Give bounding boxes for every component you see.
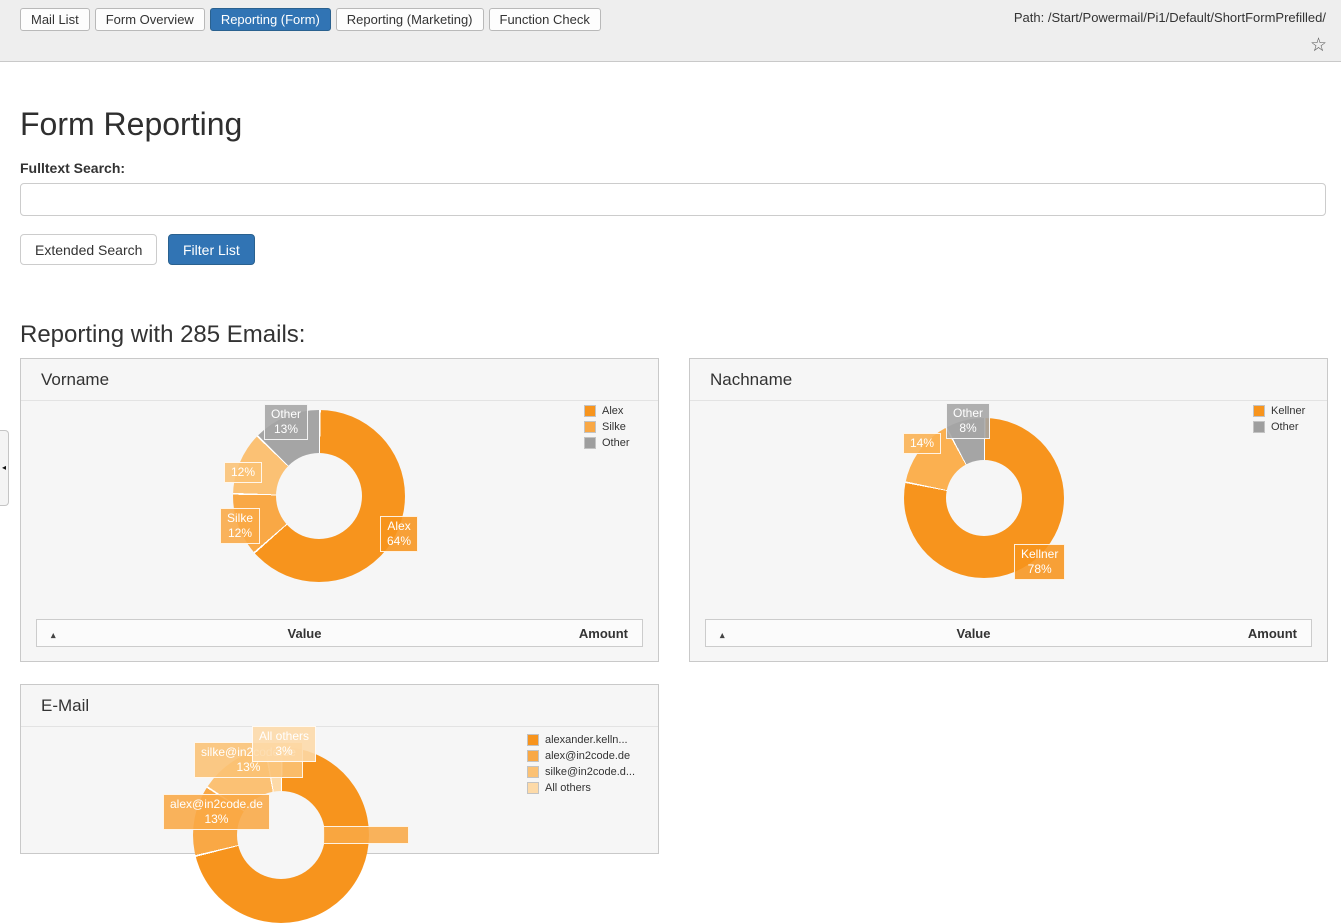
amount-column-header[interactable]: Amount bbox=[512, 626, 642, 641]
results-table-header: ▴ Value Amount bbox=[705, 619, 1312, 647]
legend-swatch-icon bbox=[527, 750, 539, 762]
legend-item: All others bbox=[527, 780, 635, 796]
slice-label-blank: 12% bbox=[224, 462, 262, 483]
legend-swatch-icon bbox=[527, 766, 539, 778]
legend-label: Other bbox=[1271, 421, 1299, 433]
legend-label: silke@in2code.d... bbox=[545, 766, 635, 778]
panel-title: Vorname bbox=[21, 359, 658, 401]
value-column-header[interactable]: Value bbox=[97, 626, 512, 641]
legend-item: Other bbox=[584, 435, 630, 451]
page-title: Form Reporting bbox=[20, 106, 242, 143]
legend-swatch-icon bbox=[584, 437, 596, 449]
slice-label-kellner: Kellner 78% bbox=[1014, 544, 1065, 580]
legend-item: Alex bbox=[584, 403, 630, 419]
fulltext-search-label: Fulltext Search: bbox=[20, 160, 125, 176]
sort-column-header[interactable]: ▴ bbox=[706, 626, 766, 641]
panel-vorname: Vorname Alex Silke Other Other 13% 12% S… bbox=[20, 358, 659, 662]
results-table-header: ▴ Value Amount bbox=[36, 619, 643, 647]
legend-label: Silke bbox=[602, 421, 626, 433]
panel-nachname: Nachname Kellner Other Other 8% 14% Kell… bbox=[689, 358, 1328, 662]
tab-function-check[interactable]: Function Check bbox=[489, 8, 601, 31]
slice-label-name: Other bbox=[953, 406, 983, 421]
favorite-star-icon[interactable]: ☆ bbox=[1310, 34, 1327, 57]
sort-asc-icon: ▴ bbox=[720, 630, 725, 640]
chart-legend: Alex Silke Other bbox=[584, 403, 630, 451]
legend-label: Alex bbox=[602, 405, 623, 417]
legend-item: silke@in2code.d... bbox=[527, 764, 635, 780]
slice-label-other: Other 13% bbox=[264, 404, 308, 440]
slice-label-name: Kellner bbox=[1021, 547, 1058, 562]
legend-item: Kellner bbox=[1253, 403, 1305, 419]
tab-mail-list[interactable]: Mail List bbox=[20, 8, 90, 31]
amount-column-header[interactable]: Amount bbox=[1181, 626, 1311, 641]
sort-asc-icon: ▴ bbox=[51, 630, 56, 640]
top-bar: Mail List Form Overview Reporting (Form)… bbox=[0, 0, 1341, 62]
value-column-header[interactable]: Value bbox=[766, 626, 1181, 641]
slice-label-pct: 12% bbox=[227, 526, 253, 541]
slice-label-all-others: All others 3% bbox=[252, 726, 316, 762]
slice-label-name: Alex bbox=[387, 519, 411, 534]
slice-label-name: All others bbox=[259, 729, 309, 744]
legend-swatch-icon bbox=[584, 405, 596, 417]
slice-label-name: Other bbox=[271, 407, 301, 422]
donut-chart-vorname bbox=[233, 410, 405, 582]
slice-label-alex-email: alex@in2code.de 13% bbox=[163, 794, 270, 830]
filter-list-button[interactable]: Filter List bbox=[168, 234, 255, 265]
fulltext-search-input[interactable] bbox=[20, 183, 1326, 216]
donut-hole bbox=[946, 460, 1022, 536]
chart-legend: alexander.kelln... alex@in2code.de silke… bbox=[527, 732, 635, 796]
extended-search-button[interactable]: Extended Search bbox=[20, 234, 157, 265]
slice-label-pct: 13% bbox=[271, 422, 301, 437]
slice-label-pct: 12% bbox=[231, 465, 255, 480]
legend-item: alexander.kelln... bbox=[527, 732, 635, 748]
slice-label-pct: 13% bbox=[201, 760, 296, 775]
slice-label-name: Silke bbox=[227, 511, 253, 526]
collapse-arrow-icon: ◂ bbox=[2, 464, 6, 472]
tab-reporting-form[interactable]: Reporting (Form) bbox=[210, 8, 331, 31]
panel-title: Nachname bbox=[690, 359, 1327, 401]
slice-label-blank: 14% bbox=[903, 433, 941, 454]
legend-swatch-icon bbox=[1253, 421, 1265, 433]
donut-hole bbox=[276, 453, 362, 539]
legend-label: alex@in2code.de bbox=[545, 750, 630, 762]
slice-label-clipped bbox=[323, 826, 409, 844]
slice-label-silke: Silke 12% bbox=[220, 508, 260, 544]
legend-item: alex@in2code.de bbox=[527, 748, 635, 764]
legend-swatch-icon bbox=[584, 421, 596, 433]
tab-form-overview[interactable]: Form Overview bbox=[95, 8, 205, 31]
legend-swatch-icon bbox=[527, 734, 539, 746]
module-tabs: Mail List Form Overview Reporting (Form)… bbox=[20, 8, 601, 31]
legend-label: All others bbox=[545, 782, 591, 794]
slice-label-pct: 13% bbox=[170, 812, 263, 827]
slice-label-pct: 8% bbox=[953, 421, 983, 436]
slice-label-pct: 14% bbox=[910, 436, 934, 451]
breadcrumb-path: Path: /Start/Powermail/Pi1/Default/Short… bbox=[1014, 10, 1326, 25]
sort-column-header[interactable]: ▴ bbox=[37, 626, 97, 641]
legend-label: alexander.kelln... bbox=[545, 734, 628, 746]
legend-swatch-icon bbox=[527, 782, 539, 794]
panel-email: E-Mail alexander.kelln... alex@in2code.d… bbox=[20, 684, 659, 854]
legend-item: Silke bbox=[584, 419, 630, 435]
legend-swatch-icon bbox=[1253, 405, 1265, 417]
legend-item: Other bbox=[1253, 419, 1305, 435]
legend-label: Kellner bbox=[1271, 405, 1305, 417]
legend-label: Other bbox=[602, 437, 630, 449]
tab-reporting-marketing[interactable]: Reporting (Marketing) bbox=[336, 8, 484, 31]
slice-label-pct: 64% bbox=[387, 534, 411, 549]
chart-legend: Kellner Other bbox=[1253, 403, 1305, 435]
reporting-heading: Reporting with 285 Emails: bbox=[20, 321, 305, 349]
slice-label-pct: 3% bbox=[259, 744, 309, 759]
slice-label-pct: 78% bbox=[1021, 562, 1058, 577]
slice-label-name: alex@in2code.de bbox=[170, 797, 263, 812]
sidebar-collapse-handle[interactable]: ◂ bbox=[0, 430, 9, 506]
slice-label-alex: Alex 64% bbox=[380, 516, 418, 552]
panel-title: E-Mail bbox=[21, 685, 658, 727]
slice-label-other: Other 8% bbox=[946, 403, 990, 439]
